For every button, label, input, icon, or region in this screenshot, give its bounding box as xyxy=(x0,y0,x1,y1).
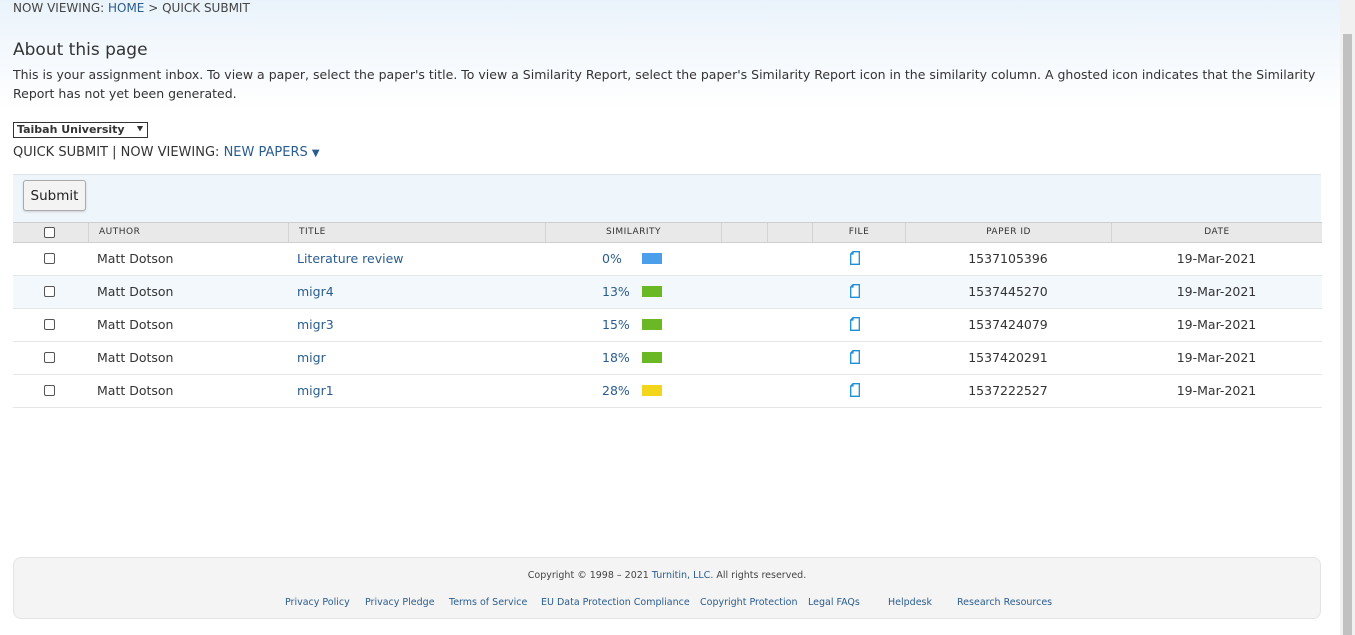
paper-id-column-header[interactable]: PAPER ID xyxy=(905,223,1111,242)
select-all-checkbox[interactable] xyxy=(44,227,55,238)
table-body: Matt Dotson Literature review 0% 1537105396… xyxy=(13,243,1322,408)
paper-title-link[interactable]: migr1 xyxy=(297,375,334,407)
author-cell: Matt Dotson xyxy=(97,383,174,398)
paper-title-link[interactable]: migr xyxy=(297,342,326,374)
title-column-header[interactable]: TITLE xyxy=(288,223,545,242)
date-cell: 19-Mar-2021 xyxy=(1176,350,1257,365)
similarity-score-link[interactable]: 0% xyxy=(602,243,622,275)
date-cell: 19-Mar-2021 xyxy=(1176,251,1257,266)
privacy-pledge-link[interactable]: Privacy Pledge xyxy=(365,597,435,608)
view-divider: | xyxy=(112,145,117,160)
similarity-score-link[interactable]: 18% xyxy=(602,342,630,374)
institution-select-value: Taibah University xyxy=(17,123,125,136)
paper-id-cell: 1537424079 xyxy=(968,317,1048,332)
row-checkbox[interactable] xyxy=(44,385,55,396)
paper-id-cell: 1537420291 xyxy=(968,350,1048,365)
author-cell: Matt Dotson xyxy=(97,284,174,299)
date-cell: 19-Mar-2021 xyxy=(1176,284,1257,299)
empty-column-header-2 xyxy=(767,223,812,242)
similarity-column-header[interactable]: SIMILARITY xyxy=(545,223,721,242)
author-column-header[interactable]: AUTHOR xyxy=(88,223,288,242)
footer: Copyright © 1998 – 2021 Turnitin, LLC. A… xyxy=(13,557,1321,619)
now-viewing-label: NOW VIEWING: xyxy=(120,145,220,160)
similarity-score-link[interactable]: 13% xyxy=(602,276,630,308)
privacy-policy-link[interactable]: Privacy Policy xyxy=(285,597,350,608)
paper-id-cell: 1537445270 xyxy=(968,284,1048,299)
caret-down-icon: ▼ xyxy=(311,148,320,159)
file-icon[interactable] xyxy=(850,251,860,265)
copyright-text: Copyright © 1998 – 2021 Turnitin, LLC. A… xyxy=(14,570,1320,581)
similarity-bar[interactable] xyxy=(642,286,662,297)
eu-data-protection-link[interactable]: EU Data Protection Compliance xyxy=(541,597,690,608)
breadcrumb: NOW VIEWING: HOME > QUICK SUBMIT xyxy=(13,1,250,15)
row-checkbox[interactable] xyxy=(44,352,55,363)
table-row: Matt Dotson migr 18% 1537420291 19-Mar-2021 xyxy=(13,342,1322,375)
view-bar: QUICK SUBMIT | NOW VIEWING: NEW PAPERS ▼ xyxy=(13,145,320,160)
breadcrumb-prefix: NOW VIEWING: xyxy=(13,1,105,15)
author-cell: Matt Dotson xyxy=(97,251,174,266)
submit-button[interactable]: Submit xyxy=(23,180,86,211)
papers-table: AUTHOR TITLE SIMILARITY FILE PAPER ID DA… xyxy=(13,222,1322,408)
paper-title-link[interactable]: Literature review xyxy=(297,243,404,275)
table-row: Matt Dotson migr4 13% 1537445270 19-Mar-2021 xyxy=(13,276,1322,309)
breadcrumb-home-link[interactable]: HOME xyxy=(108,1,144,15)
quick-submit-label: QUICK SUBMIT xyxy=(13,145,108,160)
date-column-header[interactable]: DATE xyxy=(1111,223,1322,242)
research-resources-link[interactable]: Research Resources xyxy=(957,597,1052,608)
author-cell: Matt Dotson xyxy=(97,317,174,332)
similarity-score-link[interactable]: 28% xyxy=(602,375,630,407)
paper-filter-label: NEW PAPERS xyxy=(223,145,308,160)
breadcrumb-separator: > xyxy=(148,1,159,15)
table-header: AUTHOR TITLE SIMILARITY FILE PAPER ID DA… xyxy=(13,222,1322,243)
row-checkbox[interactable] xyxy=(44,319,55,330)
row-checkbox[interactable] xyxy=(44,253,55,264)
empty-column-header-1 xyxy=(721,223,767,242)
paper-id-cell: 1537222527 xyxy=(968,383,1048,398)
similarity-bar[interactable] xyxy=(642,319,662,330)
file-column-header: FILE xyxy=(812,223,905,242)
similarity-bar[interactable] xyxy=(642,385,662,396)
date-cell: 19-Mar-2021 xyxy=(1176,383,1257,398)
row-checkbox[interactable] xyxy=(44,286,55,297)
paper-id-cell: 1537105396 xyxy=(968,251,1048,266)
similarity-score-link[interactable]: 15% xyxy=(602,309,630,341)
legal-faqs-link[interactable]: Legal FAQs xyxy=(808,597,860,608)
table-row: Matt Dotson migr1 28% 1537222527 19-Mar-2021 xyxy=(13,375,1322,408)
similarity-bar[interactable] xyxy=(642,253,662,264)
vertical-scrollbar[interactable] xyxy=(1340,0,1355,635)
institution-select[interactable]: Taibah University ⯆ xyxy=(13,122,148,138)
turnitin-link[interactable]: Turnitin, LLC. xyxy=(652,570,713,581)
file-icon[interactable] xyxy=(850,350,860,364)
copyright-prefix: Copyright © 1998 – 2021 xyxy=(527,570,649,581)
helpdesk-link[interactable]: Helpdesk xyxy=(888,597,932,608)
paper-filter-dropdown[interactable]: NEW PAPERS ▼ xyxy=(224,145,320,160)
breadcrumb-current: QUICK SUBMIT xyxy=(162,1,250,15)
author-cell: Matt Dotson xyxy=(97,350,174,365)
copyright-protection-link[interactable]: Copyright Protection xyxy=(700,597,798,608)
similarity-bar[interactable] xyxy=(642,352,662,363)
page-description: This is your assignment inbox. To view a… xyxy=(13,67,1316,101)
date-cell: 19-Mar-2021 xyxy=(1176,317,1257,332)
table-row: Matt Dotson migr3 15% 1537424079 19-Mar-2021 xyxy=(13,309,1322,342)
chevron-down-icon: ⯆ xyxy=(136,124,144,135)
terms-of-service-link[interactable]: Terms of Service xyxy=(449,597,527,608)
page-title: About this page xyxy=(13,40,148,60)
scrollbar-thumb[interactable] xyxy=(1343,34,1352,635)
table-row: Matt Dotson Literature review 0% 1537105396… xyxy=(13,243,1322,276)
inbox-toolbar: Submit xyxy=(13,174,1321,223)
paper-title-link[interactable]: migr4 xyxy=(297,276,334,308)
file-icon[interactable] xyxy=(850,317,860,331)
file-icon[interactable] xyxy=(850,284,860,298)
copyright-suffix: All rights reserved. xyxy=(716,570,807,581)
paper-title-link[interactable]: migr3 xyxy=(297,309,334,341)
select-all-header xyxy=(13,223,88,242)
file-icon[interactable] xyxy=(850,383,860,397)
